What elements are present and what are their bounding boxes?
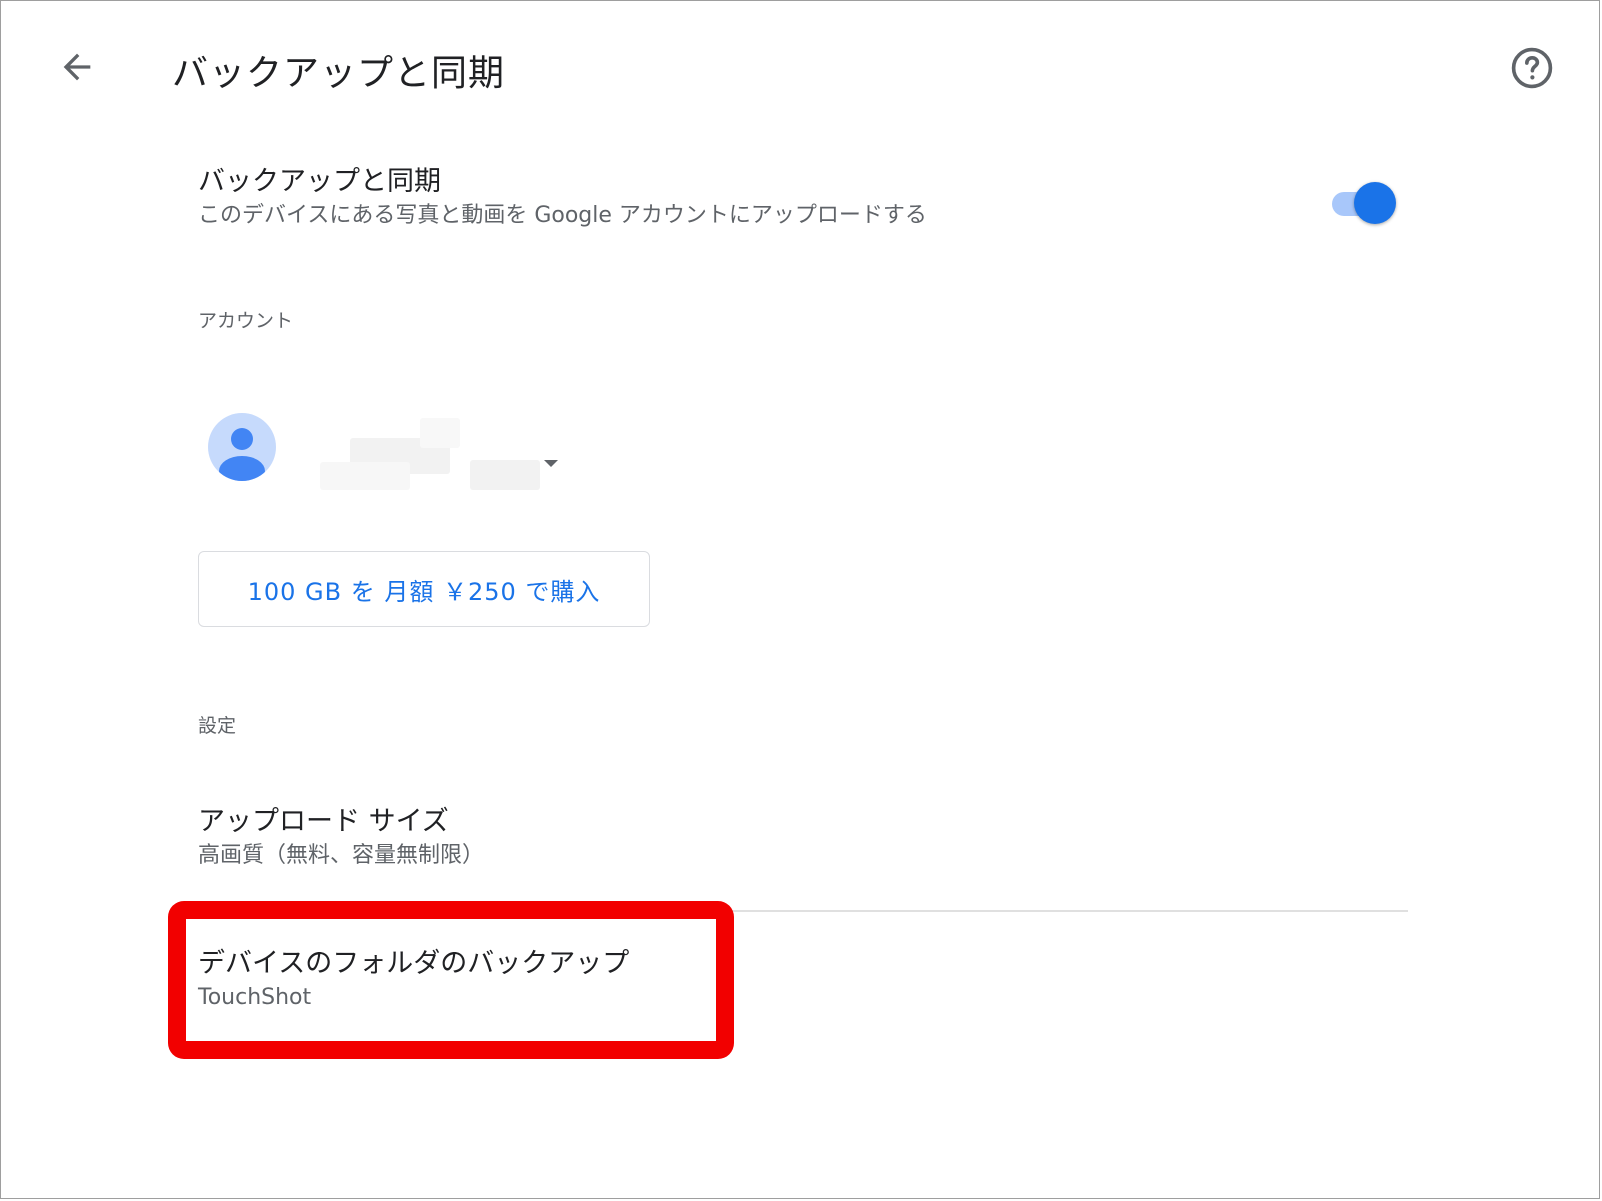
upload-size-title: アップロード サイズ	[198, 806, 449, 837]
backup-sync-row[interactable]: バックアップと同期 このデバイスにある写真と動画を Google アカウントにア…	[198, 164, 1408, 244]
divider	[198, 910, 1408, 912]
page-title: バックアップと同期	[172, 53, 506, 94]
backup-sync-description: このデバイスにある写真と動画を Google アカウントにアップロードする	[198, 203, 927, 228]
account-section-label: アカウント	[198, 310, 294, 332]
person-avatar-icon	[208, 413, 276, 481]
app-bar: バックアップと同期	[0, 0, 1602, 140]
upload-size-value: 高画質（無料、容量無制限）	[198, 843, 485, 868]
help-button[interactable]	[1508, 46, 1556, 94]
backup-sync-toggle[interactable]	[1328, 180, 1400, 224]
account-switcher[interactable]	[208, 410, 588, 500]
back-button[interactable]	[52, 44, 102, 94]
device-folders-title: デバイスのフォルダのバックアップ	[198, 948, 630, 979]
backup-sync-title: バックアップと同期	[198, 166, 441, 197]
toggle-thumb	[1354, 182, 1396, 224]
device-folders-backup-row[interactable]: デバイスのフォルダのバックアップ TouchShot	[198, 946, 1408, 1030]
help-icon	[1509, 45, 1555, 95]
upload-size-row[interactable]: アップロード サイズ 高画質（無料、容量無制限）	[198, 804, 1408, 888]
buy-storage-button[interactable]: 100 GB を 月額 ￥250 で購入	[198, 551, 650, 627]
account-name-redacted	[320, 418, 550, 498]
arrow-back-icon	[57, 47, 97, 91]
settings-section-label: 設定	[198, 715, 237, 737]
dropdown-arrow-icon	[544, 460, 558, 467]
device-folders-value: TouchShot	[198, 985, 312, 1010]
